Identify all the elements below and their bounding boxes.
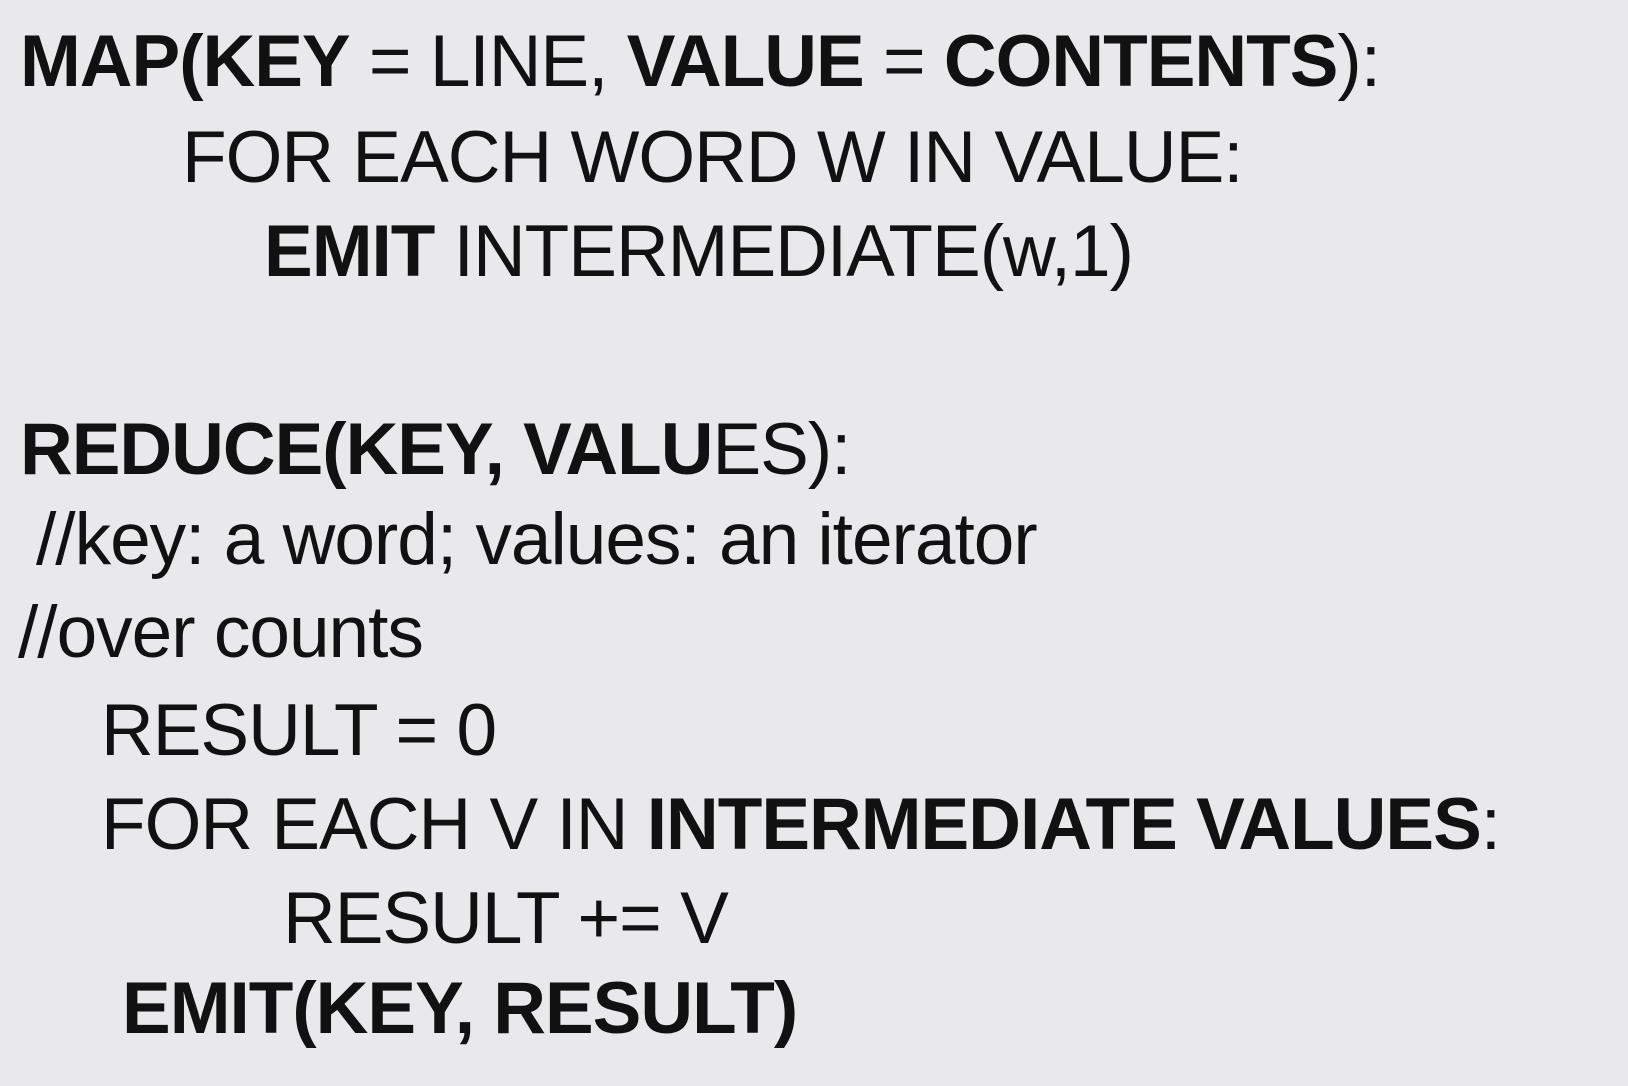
intermediate-values-keyword: INTERMEDIATE VALUES: [646, 784, 1482, 865]
comment-line-1: //key: a word; values: an iterator: [36, 499, 1038, 580]
map-equals-text: =: [863, 21, 944, 102]
map-contents-keyword: CONTENTS: [943, 21, 1338, 102]
emit-intermediate-text: INTERMEDIATE(w,1): [434, 211, 1134, 292]
foreach-value-line: FOR EACH V IN INTERMEDIATE VALUES:: [101, 780, 1501, 870]
emit-intermediate-line: EMIT INTERMEDIATE(w,1): [264, 207, 1134, 297]
reduce-close-text: ES):: [712, 409, 851, 490]
foreach-value-text: FOR EACH V IN: [101, 784, 647, 865]
map-function-line: MAP(KEY = LINE, VALUE = CONTENTS):: [20, 17, 1381, 107]
reduce-function-line: REDUCE(KEY, VALUES):: [20, 405, 851, 495]
emit-result-line: EMIT(KEY, RESULT): [122, 968, 798, 1049]
pseudocode-slide: MAP(KEY = LINE, VALUE = CONTENTS): FOR E…: [0, 0, 1628, 1086]
emit-keyword: EMIT: [264, 211, 435, 292]
map-close-text: ):: [1337, 21, 1381, 102]
reduce-keyword: REDUCE(KEY, VALU: [20, 409, 713, 490]
result-init-line: RESULT = 0: [101, 690, 497, 771]
map-keyword: MAP(KEY: [20, 21, 351, 102]
foreach-word-line: FOR EACH WORD W IN VALUE:: [182, 117, 1244, 198]
map-line-text: = LINE,: [349, 21, 627, 102]
foreach-colon-text: :: [1480, 784, 1501, 865]
comment-line-2: //over counts: [18, 592, 424, 673]
map-value-keyword: VALUE: [626, 21, 865, 102]
result-add-line: RESULT += V: [283, 878, 729, 959]
